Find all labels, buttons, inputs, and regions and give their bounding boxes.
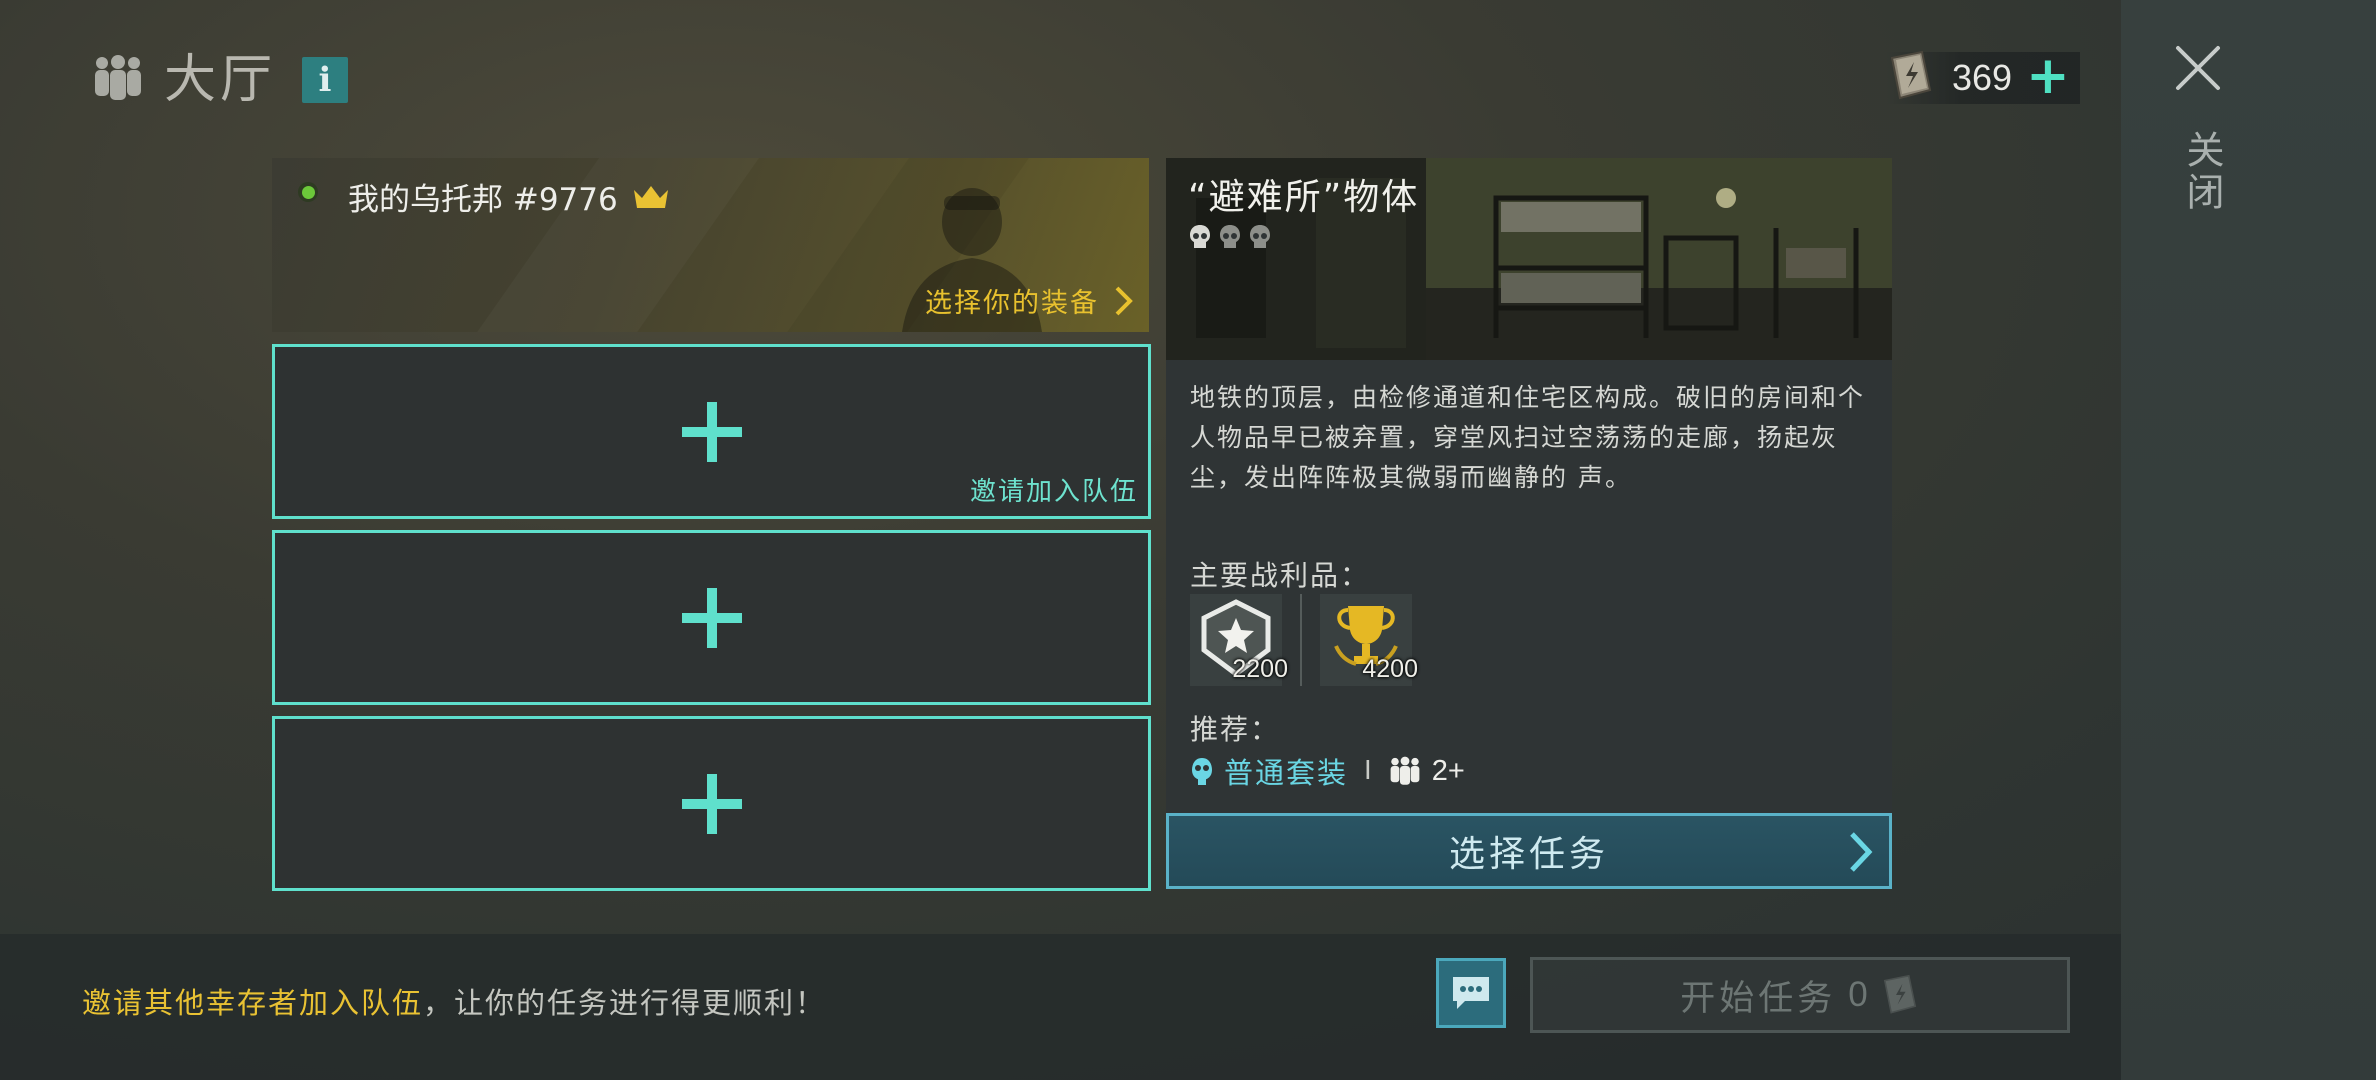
select-mission-label: 选择任务 xyxy=(1448,834,1609,875)
skull-icon xyxy=(1190,225,1210,248)
add-currency-button[interactable]: + xyxy=(2026,50,2070,102)
close-button[interactable] xyxy=(2170,40,2226,96)
loot-list: 2200 4200 xyxy=(1190,594,1418,686)
player-name-row: 我的乌托邦 #9776 xyxy=(348,174,670,219)
plus-icon xyxy=(681,773,742,834)
lobby-header: 大厅 i xyxy=(92,48,349,112)
start-mission-cost: 0 xyxy=(1848,975,1868,1014)
mission-image: “避难所”物体 xyxy=(1166,158,1892,360)
recommend-separator: I xyxy=(1364,756,1372,786)
invite-hint: 邀请其他幸存者加入队伍，让你的任务进行得更顺利！ xyxy=(82,980,826,1022)
recommend-row: 普通套装 I 2+ xyxy=(1190,750,1465,792)
loot-item[interactable]: 4200 xyxy=(1320,594,1418,686)
invite-hint-rest: ，让你的任务进行得更顺利！ xyxy=(423,986,827,1020)
difficulty-skulls xyxy=(1188,224,1272,250)
loot-amount: 2200 xyxy=(1232,655,1288,683)
close-label[interactable]: 关闭 xyxy=(2175,130,2230,214)
crown-icon xyxy=(633,185,668,208)
invite-slot[interactable]: 邀请加入队伍 xyxy=(272,344,1151,519)
info-button[interactable]: i xyxy=(302,57,349,103)
skull-icon xyxy=(1250,225,1270,248)
plus-icon xyxy=(681,401,742,462)
loot-divider xyxy=(1300,594,1302,686)
plus-icon xyxy=(681,587,742,648)
start-mission-button[interactable]: 开始任务 0 xyxy=(1530,957,2070,1033)
select-gear-label: 选择你的装备 xyxy=(925,288,1099,319)
close-icon xyxy=(2176,46,2220,90)
mission-panel: “避难所”物体 地铁的顶层，由检修通道和住宅区构成。破旧的房间和个人物品早已被弃… xyxy=(1166,158,1892,889)
start-mission-label: 开始任务 xyxy=(1680,978,1837,1019)
loot-label: 主要战利品： xyxy=(1190,559,1371,592)
recommend-players: 2+ xyxy=(1431,754,1465,787)
currency-display: 369 + xyxy=(1886,50,2080,106)
invite-slot[interactable] xyxy=(272,530,1151,705)
chevron-right-icon xyxy=(1850,832,1873,872)
energy-book-icon xyxy=(1883,974,1916,1014)
page-title: 大厅 xyxy=(164,50,277,110)
mission-description: 地铁的顶层，由检修通道和住宅区构成。破旧的房间和个人物品早已被弃置，穿堂风扫过空… xyxy=(1190,383,1866,492)
team-icon xyxy=(1390,756,1420,785)
skull-icon xyxy=(1220,225,1240,248)
loot-amount: 4200 xyxy=(1362,655,1418,683)
energy-book-icon xyxy=(1886,50,1936,106)
recommend-kit: 普通套装 xyxy=(1224,756,1349,790)
chat-icon xyxy=(1453,977,1489,1009)
invite-hint-highlight: 邀请其他幸存者加入队伍 xyxy=(82,986,424,1020)
invite-label: 邀请加入队伍 xyxy=(969,477,1138,507)
player-name: 我的乌托邦 #9776 xyxy=(348,182,618,218)
online-status-dot xyxy=(298,182,318,202)
chevron-right-icon xyxy=(1115,286,1133,315)
chat-button[interactable] xyxy=(1436,958,1506,1028)
invite-slot[interactable] xyxy=(272,716,1151,891)
team-icon xyxy=(92,54,144,106)
gas-mask-icon xyxy=(1192,758,1212,785)
player-card[interactable]: 我的乌托邦 #9776 选择你的装备 xyxy=(272,158,1149,332)
right-side-panel xyxy=(2121,0,2376,1080)
currency-value: 369 xyxy=(1952,57,2013,98)
loot-item[interactable]: 2200 xyxy=(1190,594,1288,686)
recommend-label: 推荐： xyxy=(1190,713,1281,746)
select-mission-button[interactable]: 选择任务 xyxy=(1166,813,1892,889)
mission-title: “避难所”物体 xyxy=(1188,177,1420,218)
select-gear-link[interactable]: 选择你的装备 xyxy=(925,281,1135,320)
